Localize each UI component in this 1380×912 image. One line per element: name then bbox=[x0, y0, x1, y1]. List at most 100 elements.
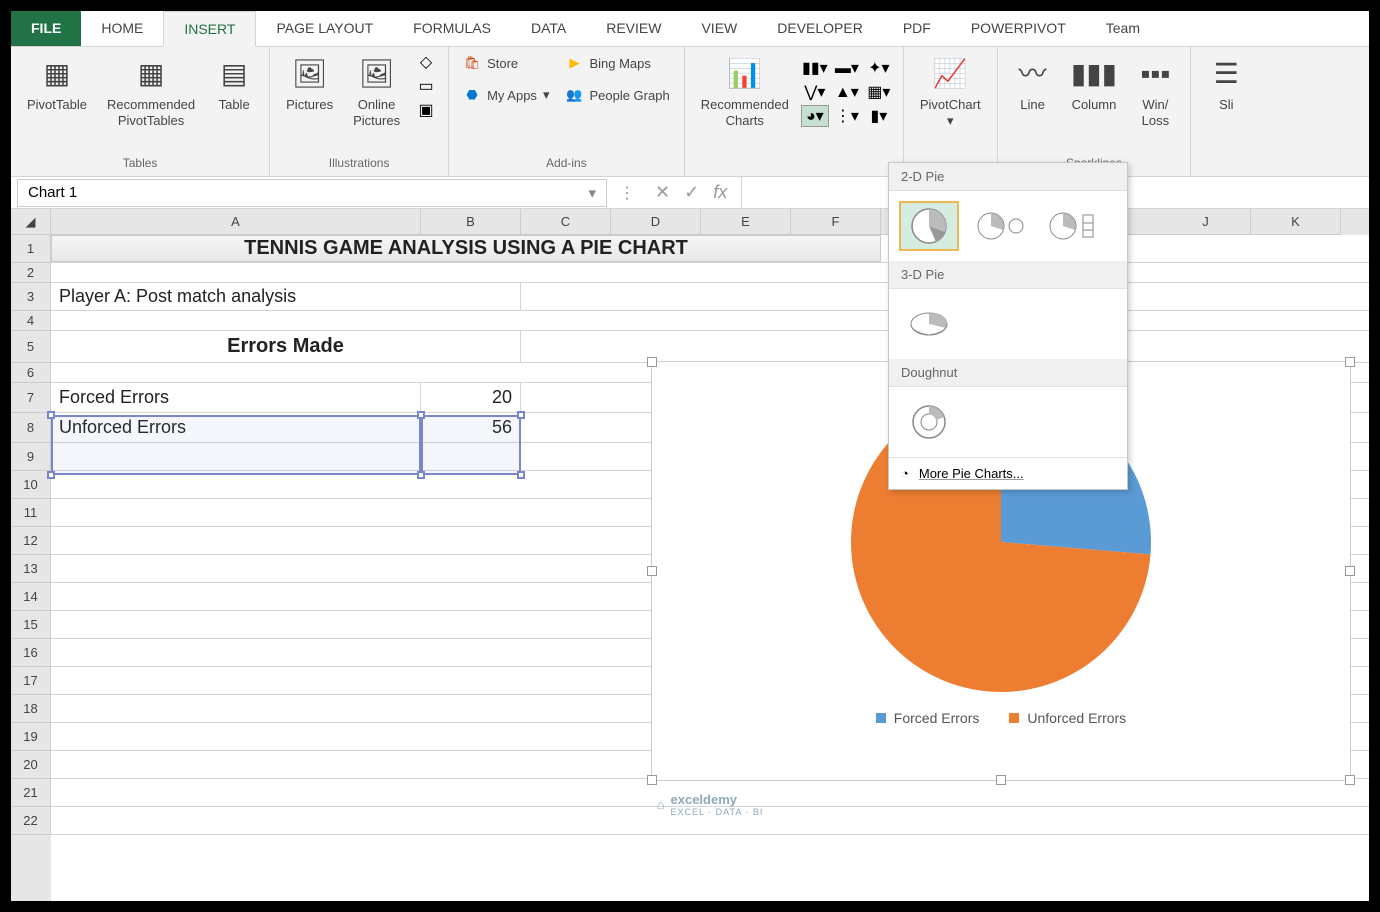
recommended-pivot-button[interactable]: ▦Recommended PivotTables bbox=[99, 51, 203, 132]
data-label-cell[interactable]: Unforced Errors bbox=[51, 413, 421, 442]
doughnut-header: Doughnut bbox=[889, 359, 1127, 387]
tab-view[interactable]: VIEW bbox=[681, 11, 757, 46]
line-chart-button[interactable]: ⋁▾ bbox=[801, 81, 829, 103]
column-chart-button[interactable]: ▮▮▾ bbox=[801, 57, 829, 79]
col-header[interactable]: C bbox=[521, 209, 611, 235]
col-header[interactable]: D bbox=[611, 209, 701, 235]
pie-2d-option[interactable] bbox=[899, 201, 959, 251]
tab-team[interactable]: Team bbox=[1086, 11, 1160, 46]
doughnut-option[interactable] bbox=[899, 397, 959, 447]
combo-chart-button[interactable]: ▮▾ bbox=[865, 105, 893, 127]
fx-icon[interactable]: fx bbox=[713, 182, 727, 203]
row-header[interactable]: 4 bbox=[11, 311, 51, 331]
row-header[interactable]: 6 bbox=[11, 363, 51, 383]
sparkline-winloss-button[interactable]: ▪▪▪Win/ Loss bbox=[1128, 51, 1182, 132]
row-header[interactable]: 5 bbox=[11, 331, 51, 363]
select-all[interactable]: ◢ bbox=[11, 209, 51, 235]
pie-of-pie-option[interactable] bbox=[971, 201, 1031, 251]
tab-powerpivot[interactable]: POWERPIVOT bbox=[951, 11, 1086, 46]
scatter-chart-button[interactable]: ⋮▾ bbox=[833, 105, 861, 127]
data-value-cell[interactable]: 20 bbox=[421, 383, 521, 412]
row-header[interactable]: 18 bbox=[11, 695, 51, 723]
col-header[interactable]: K bbox=[1251, 209, 1341, 235]
tab-page-layout[interactable]: PAGE LAYOUT bbox=[256, 11, 393, 46]
online-pictures-button[interactable]: 🖼Online Pictures bbox=[345, 51, 408, 132]
row-header[interactable]: 14 bbox=[11, 583, 51, 611]
pictures-button[interactable]: 🖼Pictures bbox=[278, 51, 341, 117]
cancel-icon[interactable]: ✕ bbox=[655, 182, 670, 203]
sparkline-column-button[interactable]: ▮▮▮Column bbox=[1064, 51, 1125, 117]
sparkline-line-button[interactable]: 〰Line bbox=[1006, 51, 1060, 117]
pie-chart-dropdown: 2-D Pie 3-D Pie Doughnut ◔ Mor bbox=[888, 162, 1128, 490]
store-button[interactable]: 🛍Store bbox=[457, 51, 555, 75]
subtitle-cell[interactable]: Player A: Post match analysis bbox=[51, 283, 521, 310]
row-header[interactable]: 16 bbox=[11, 639, 51, 667]
ribbon: ▦PivotTable ▦Recommended PivotTables ▤Ta… bbox=[11, 47, 1369, 177]
row-header[interactable]: 13 bbox=[11, 555, 51, 583]
pie-icon: ◔ bbox=[901, 466, 909, 481]
row-header[interactable]: 10 bbox=[11, 471, 51, 499]
tab-formulas[interactable]: FORMULAS bbox=[393, 11, 511, 46]
rec-charts-icon: 📊 bbox=[726, 55, 764, 93]
tab-data[interactable]: DATA bbox=[511, 11, 586, 46]
watermark: ⌂ exceldemy EXCEL · DATA · BI bbox=[657, 792, 764, 817]
row-header[interactable]: 21 bbox=[11, 779, 51, 807]
logo-icon: ⌂ bbox=[657, 797, 665, 812]
data-label-cell[interactable]: Forced Errors bbox=[51, 383, 421, 412]
data-value-cell[interactable]: 56 bbox=[421, 413, 521, 442]
row-header[interactable]: 9 bbox=[11, 443, 51, 471]
row-header[interactable]: 11 bbox=[11, 499, 51, 527]
pie-3d-header: 3-D Pie bbox=[889, 261, 1127, 289]
table-button[interactable]: ▤Table bbox=[207, 51, 261, 117]
bar-chart-button[interactable]: ▬▾ bbox=[833, 57, 861, 79]
tab-developer[interactable]: DEVELOPER bbox=[757, 11, 883, 46]
col-header[interactable]: J bbox=[1161, 209, 1251, 235]
enter-icon[interactable]: ✓ bbox=[684, 182, 699, 203]
pivottable-button[interactable]: ▦PivotTable bbox=[19, 51, 95, 117]
tab-home[interactable]: HOME bbox=[81, 11, 163, 46]
title-cell[interactable]: TENNIS GAME ANALYSIS USING A PIE CHART bbox=[51, 235, 881, 262]
col-header[interactable]: E bbox=[701, 209, 791, 235]
col-header[interactable]: B bbox=[421, 209, 521, 235]
bar-of-pie-option[interactable] bbox=[1043, 201, 1103, 251]
screenshot-button[interactable]: ▣ bbox=[412, 99, 440, 121]
row-header[interactable]: 22 bbox=[11, 807, 51, 835]
myapps-icon: ⬣ bbox=[463, 86, 481, 104]
row-header[interactable]: 12 bbox=[11, 527, 51, 555]
peoplegraph-button[interactable]: 👥People Graph bbox=[559, 83, 675, 107]
tab-review[interactable]: REVIEW bbox=[586, 11, 681, 46]
smartart-button[interactable]: ▭ bbox=[412, 75, 440, 97]
people-icon: 👥 bbox=[565, 86, 583, 104]
shapes-button[interactable]: ◇ bbox=[412, 51, 440, 73]
row-header[interactable]: 7 bbox=[11, 383, 51, 413]
row-header[interactable]: 20 bbox=[11, 751, 51, 779]
myapps-button[interactable]: ⬣My Apps▾ bbox=[457, 83, 555, 107]
pivotchart-button[interactable]: 📈PivotChart▾ bbox=[912, 51, 989, 132]
more-pie-charts[interactable]: ◔ More Pie Charts... bbox=[889, 457, 1127, 489]
tab-insert[interactable]: INSERT bbox=[163, 11, 256, 47]
area-chart-button[interactable]: ▲▾ bbox=[833, 81, 861, 103]
bingmaps-button[interactable]: ▶Bing Maps bbox=[559, 51, 675, 75]
recommended-charts-button[interactable]: 📊Recommended Charts bbox=[693, 51, 797, 132]
pie-3d-option[interactable] bbox=[899, 299, 959, 349]
row-header[interactable]: 1 bbox=[11, 235, 51, 263]
tab-pdf[interactable]: PDF bbox=[883, 11, 951, 46]
pie-chart-button[interactable]: ◕▾ bbox=[801, 105, 829, 127]
row-header[interactable]: 19 bbox=[11, 723, 51, 751]
dropdown-icon: ▾ bbox=[947, 113, 954, 129]
row-header[interactable]: 15 bbox=[11, 611, 51, 639]
row-header[interactable]: 8 bbox=[11, 413, 51, 443]
name-box[interactable]: Chart 1 ▾ bbox=[17, 179, 607, 207]
heading-cell[interactable]: Errors Made bbox=[51, 331, 521, 362]
tab-file[interactable]: FILE bbox=[11, 11, 81, 46]
row-header[interactable]: 17 bbox=[11, 667, 51, 695]
row-header[interactable]: 3 bbox=[11, 283, 51, 311]
col-header[interactable]: F bbox=[791, 209, 881, 235]
row-header[interactable]: 2 bbox=[11, 263, 51, 283]
slicer-button[interactable]: ☰Sli bbox=[1199, 51, 1253, 117]
pivotchart-icon: 📈 bbox=[931, 55, 969, 93]
stock-chart-button[interactable]: ✦▾ bbox=[865, 57, 893, 79]
screenshot-icon: ▣ bbox=[419, 100, 434, 120]
surface-chart-button[interactable]: ▦▾ bbox=[865, 81, 893, 103]
col-header[interactable]: A bbox=[51, 209, 421, 235]
